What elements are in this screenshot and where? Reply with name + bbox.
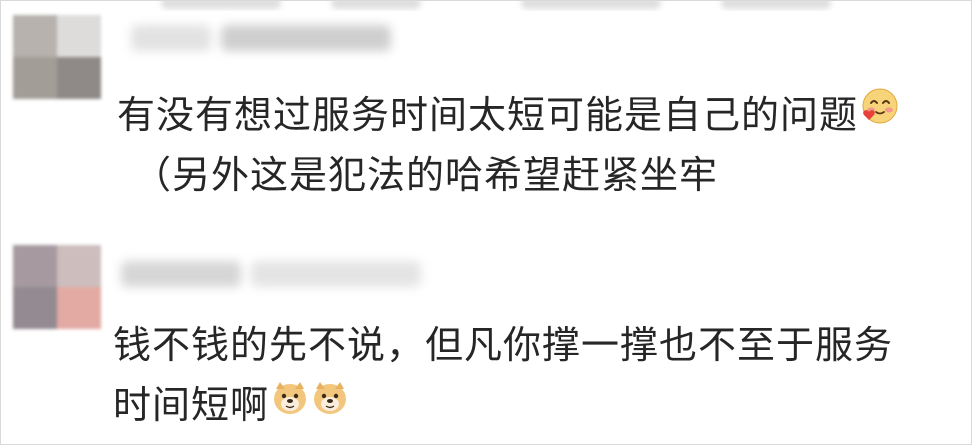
username-blurred[interactable]: [131, 25, 391, 51]
comment-text-line-1: 钱不钱的先不说，但凡你撑一撑也不至于服务: [113, 323, 894, 367]
comment-text: 钱不钱的先不说，但凡你撑一撑也不至于服务: [113, 315, 893, 375]
comment-text: 有没有想过服务时间太短可能是自己的问题: [117, 85, 900, 148]
avatar[interactable]: [13, 245, 101, 329]
comment-text-line-2-row: （另外这是犯法的哈希望赶紧坐牢: [133, 145, 718, 205]
blush-heart-emoji-icon: [860, 84, 900, 144]
blurred-previous-content: [1, 1, 971, 11]
username-blurred[interactable]: [121, 261, 421, 287]
comment-text-line-2: （另外这是犯法的哈希望赶紧坐牢: [133, 153, 719, 197]
comment-text-line-1: 有没有想过服务时间太短可能是自己的问题: [117, 93, 859, 137]
comment-text-line-2: 时间短啊: [113, 383, 270, 427]
comment-panel: 有没有想过服务时间太短可能是自己的问题 （另外这是犯法的哈希望赶紧坐牢 钱不钱的…: [0, 0, 972, 445]
avatar[interactable]: [13, 15, 101, 99]
doge-emoji-icon: [271, 374, 309, 434]
comment-text-line-2-row: 时间短啊: [113, 375, 349, 438]
doge-emoji-icon: [311, 374, 349, 434]
